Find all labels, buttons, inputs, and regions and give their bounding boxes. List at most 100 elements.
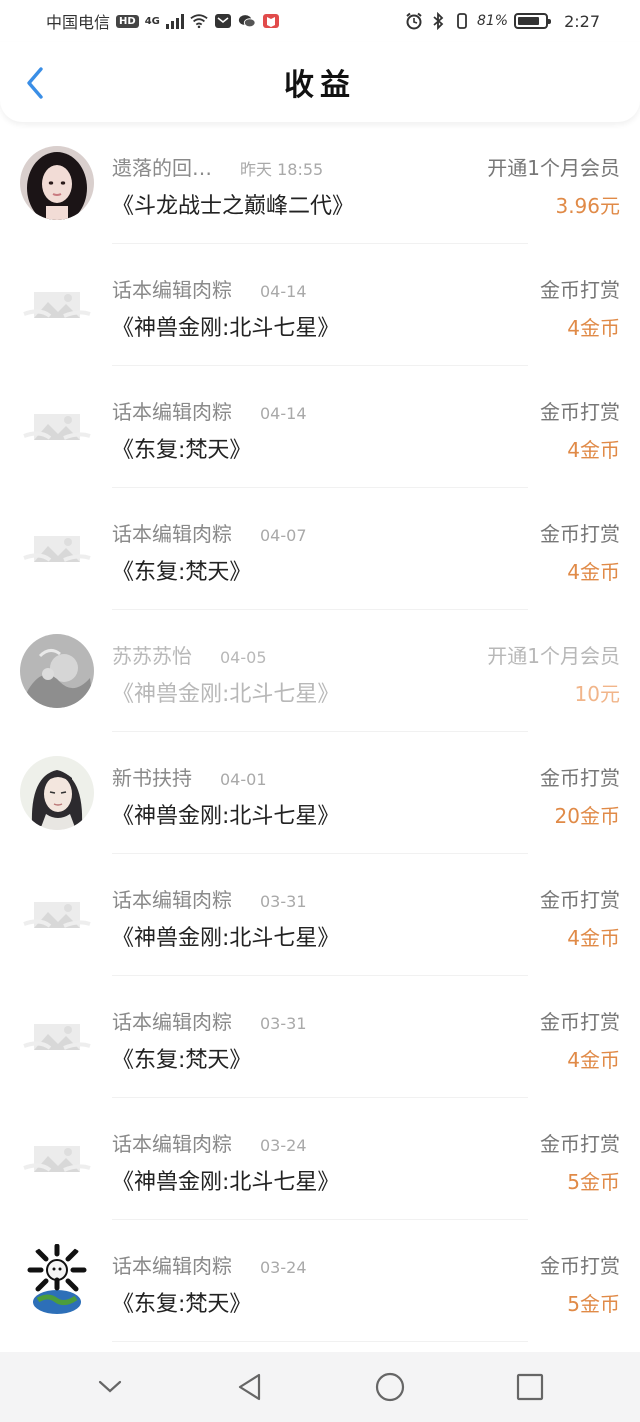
hd-badge: HD [116,14,139,28]
earning-row[interactable]: 话本编辑肉粽 03-31 金币打赏 《神兽金刚:北斗七星》 4金币 [0,854,640,976]
recents-button[interactable] [510,1367,550,1407]
avatar[interactable] [20,268,94,342]
earning-detail: 《神兽金刚:北斗七星》 20金币 [112,792,620,836]
earning-meta: 话本编辑肉粽 03-31 金币打赏 [112,1006,620,1036]
earning-amount: 4金币 [567,560,620,584]
earning-content: 遗落的回… 昨天 18:55 开通1个月会员 《斗龙战士之巅峰二代》 3.96元 [112,152,620,226]
earning-content: 话本编辑肉粽 03-31 金币打赏 《神兽金刚:北斗七星》 4金币 [112,884,620,958]
user-name: 话本编辑肉粽 [112,278,232,302]
earning-amount: 5金币 [567,1170,620,1194]
earning-detail: 《神兽金刚:北斗七星》 4金币 [112,304,620,348]
page-title: 收益 [284,68,356,103]
earning-type: 金币打赏 [540,1132,620,1156]
earning-content: 话本编辑肉粽 03-24 金币打赏《东复:梵天》 5金币 [112,1250,620,1324]
earning-meta: 遗落的回… 昨天 18:55 开通1个月会员 [112,152,620,182]
earning-meta: 话本编辑肉粽 03-31 金币打赏 [112,884,620,914]
earning-amount: 4金币 [567,316,620,340]
avatar[interactable] [20,390,94,464]
earning-detail: 《东复:梵天》 4金币 [112,426,620,470]
avatar[interactable] [20,756,94,830]
earning-row[interactable]: 话本编辑肉粽 04-07 金币打赏 《东复:梵天》 4金币 [0,488,640,610]
avatar[interactable] [20,1122,94,1196]
earning-meta: 话本编辑肉粽 04-14 金币打赏 [112,274,620,304]
avatar[interactable] [20,878,94,952]
earning-content: 话本编辑肉粽 03-31 金币打赏 《东复:梵天》 4金币 [112,1006,620,1080]
book-app-icon [262,12,280,30]
earning-content: 话本编辑肉粽 04-14 金币打赏《东复:梵天》 4金币 [112,396,620,470]
earning-row[interactable]: 话本编辑肉粽 03-31 金币打赏 《东复:梵天》 4金币 [0,976,640,1098]
wechat-icon [238,12,256,30]
earning-amount: 10元 [574,682,620,706]
collapse-icon [98,1380,122,1393]
earning-content: 话本编辑肉粽 04-07 金币打赏 《东复:梵天》 4金币 [112,518,620,592]
home-circle-icon [375,1372,405,1402]
earning-meta: 话本编辑肉粽 03-24 金币打赏 [112,1128,620,1158]
alarm-icon [405,12,423,30]
earning-type: 金币打赏 [540,766,620,790]
signal-icon [165,13,184,29]
earning-meta: 话本编辑肉粽 04-07 金币打赏 [112,518,620,548]
earning-date: 04-14 [260,404,307,423]
earning-amount: 4金币 [567,438,620,462]
earning-type: 金币打赏 [540,1254,620,1278]
user-name: 话本编辑肉粽 [112,888,232,912]
system-nav-bar [0,1352,640,1422]
earning-amount: 5金币 [567,1292,620,1316]
earning-row[interactable]: 苏苏苏怡 04-05 开通1个月会员 《神兽金刚:北斗七星》 10元 [0,610,640,732]
back-button[interactable] [18,66,52,100]
earning-date: 03-31 [260,892,307,911]
user-name: 新书扶持 [112,766,192,790]
carrier-label: 中国电信 [46,13,111,32]
earning-content: 话本编辑肉粽 04-14 金币打赏 《神兽金刚:北斗七星》 4金币 [112,274,620,348]
book-title: 《神兽金刚:北斗七星》 [112,1170,340,1195]
avatar[interactable] [20,634,94,708]
earning-date: 04-07 [260,526,307,545]
avatar[interactable] [20,512,94,586]
earning-row[interactable]: 话本编辑肉粽 04-14 金币打赏《东复:梵天》 4金币 [0,366,640,488]
status-bar: 中国电信 HD 4G 81% 2:27 [0,0,640,42]
earning-row[interactable]: 遗落的回… 昨天 18:55 开通1个月会员 《斗龙战士之巅峰二代》 3.96元 [0,122,640,244]
earning-meta: 话本编辑肉粽 04-14 金币打赏 [112,396,620,426]
row-divider [112,1341,528,1342]
earning-meta: 苏苏苏怡 04-05 开通1个月会员 [112,640,620,670]
earning-row[interactable]: 话本编辑肉粽 03-24 金币打赏《东复:梵天》 5金币 [0,1220,640,1342]
avatar[interactable] [20,1244,94,1318]
earning-content: 苏苏苏怡 04-05 开通1个月会员 《神兽金刚:北斗七星》 10元 [112,640,620,714]
earning-type: 金币打赏 [540,888,620,912]
status-left: 中国电信 HD 4G [46,9,280,33]
earning-detail: 《东复:梵天》 4金币 [112,548,620,592]
earning-date: 03-24 [260,1258,307,1277]
earning-detail: 《斗龙战士之巅峰二代》 3.96元 [112,182,620,226]
bluetooth-icon [429,12,447,30]
earning-row[interactable]: 话本编辑肉粽 03-24 金币打赏 《神兽金刚:北斗七星》 5金币 [0,1098,640,1220]
book-title: 《斗龙战士之巅峰二代》 [112,194,355,219]
collapse-button[interactable] [90,1367,130,1407]
earning-meta: 新书扶持 04-01 金币打赏 [112,762,620,792]
message-icon [214,12,232,30]
book-title: 《东复:梵天》 [112,1292,252,1317]
system-back-button[interactable] [230,1367,270,1407]
earning-amount: 20金币 [554,804,620,828]
status-right: 81% 2:27 [405,12,600,31]
earnings-list: 遗落的回… 昨天 18:55 开通1个月会员 《斗龙战士之巅峰二代》 3.96元 话本编辑… [0,122,640,1342]
chevron-left-icon [27,67,43,99]
earning-row[interactable]: 新书扶持 04-01 金币打赏 《神兽金刚:北斗七星》 20金币 [0,732,640,854]
book-title: 《东复:梵天》 [112,438,252,463]
avatar[interactable] [20,1000,94,1074]
user-name: 话本编辑肉粽 [112,522,232,546]
battery-icon [514,13,552,29]
earning-amount: 4金币 [567,1048,620,1072]
avatar[interactable] [20,146,94,220]
network-label: 4G [144,15,160,27]
book-title: 《东复:梵天》 [112,560,252,585]
user-name: 话本编辑肉粽 [112,1254,232,1278]
earning-row[interactable]: 话本编辑肉粽 04-14 金币打赏 《神兽金刚:北斗七星》 4金币 [0,244,640,366]
earning-detail: 《神兽金刚:北斗七星》 4金币 [112,914,620,958]
user-name: 话本编辑肉粽 [112,400,232,424]
earning-type: 金币打赏 [540,400,620,424]
earning-date: 03-24 [260,1136,307,1155]
earning-type: 开通1个月会员 [487,644,620,668]
earning-content: 新书扶持 04-01 金币打赏 《神兽金刚:北斗七星》 20金币 [112,762,620,836]
book-title: 《神兽金刚:北斗七星》 [112,926,340,951]
home-button[interactable] [370,1367,410,1407]
